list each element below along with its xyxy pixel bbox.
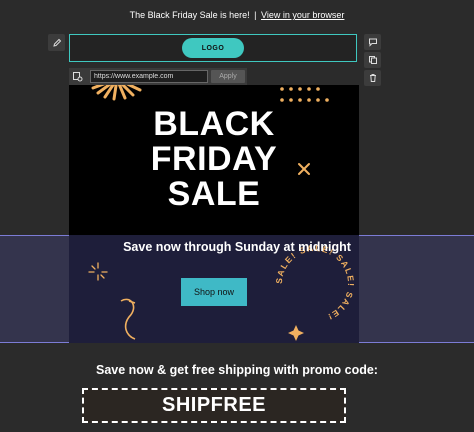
preheader: The Black Friday Sale is here! | View in… (0, 10, 474, 20)
url-input[interactable] (90, 70, 208, 83)
logo-block[interactable]: LOGO (69, 34, 357, 62)
edit-block-button[interactable] (48, 34, 65, 51)
hero-image[interactable]: BLACK FRIDAY SALE (69, 85, 359, 235)
hero-title-line-1: BLACK (153, 105, 275, 143)
link-editor: Apply (69, 68, 247, 85)
promo-text: Save now & get free shipping with promo … (96, 363, 378, 377)
section-subtitle: Save now through Sunday at midnight (123, 240, 351, 254)
hero-title: BLACK FRIDAY SALE (69, 107, 359, 212)
block-toolbar (364, 34, 381, 86)
hero-title-line-3: SALE (167, 175, 261, 213)
duplicate-button[interactable] (364, 52, 381, 68)
apply-button[interactable]: Apply (211, 70, 245, 83)
promo-code-box[interactable]: SHIPFREE (82, 388, 346, 423)
delete-button[interactable] (364, 70, 381, 86)
comment-icon (368, 38, 377, 47)
comment-button[interactable] (364, 34, 381, 50)
preheader-separator: | (254, 10, 257, 20)
trash-icon (369, 74, 376, 82)
duplicate-icon (368, 56, 377, 64)
preheader-text: The Black Friday Sale is here! (129, 10, 250, 20)
logo-placeholder[interactable]: LOGO (182, 38, 244, 58)
link-settings-icon[interactable] (72, 71, 83, 82)
shop-now-button[interactable]: Shop now (181, 278, 247, 306)
sale-badge: SALE! SALE! SALE! SALE! (274, 243, 356, 323)
view-in-browser-link[interactable]: View in your browser (261, 10, 344, 20)
hero-title-line-2: FRIDAY (150, 140, 278, 178)
pencil-icon (52, 38, 61, 47)
